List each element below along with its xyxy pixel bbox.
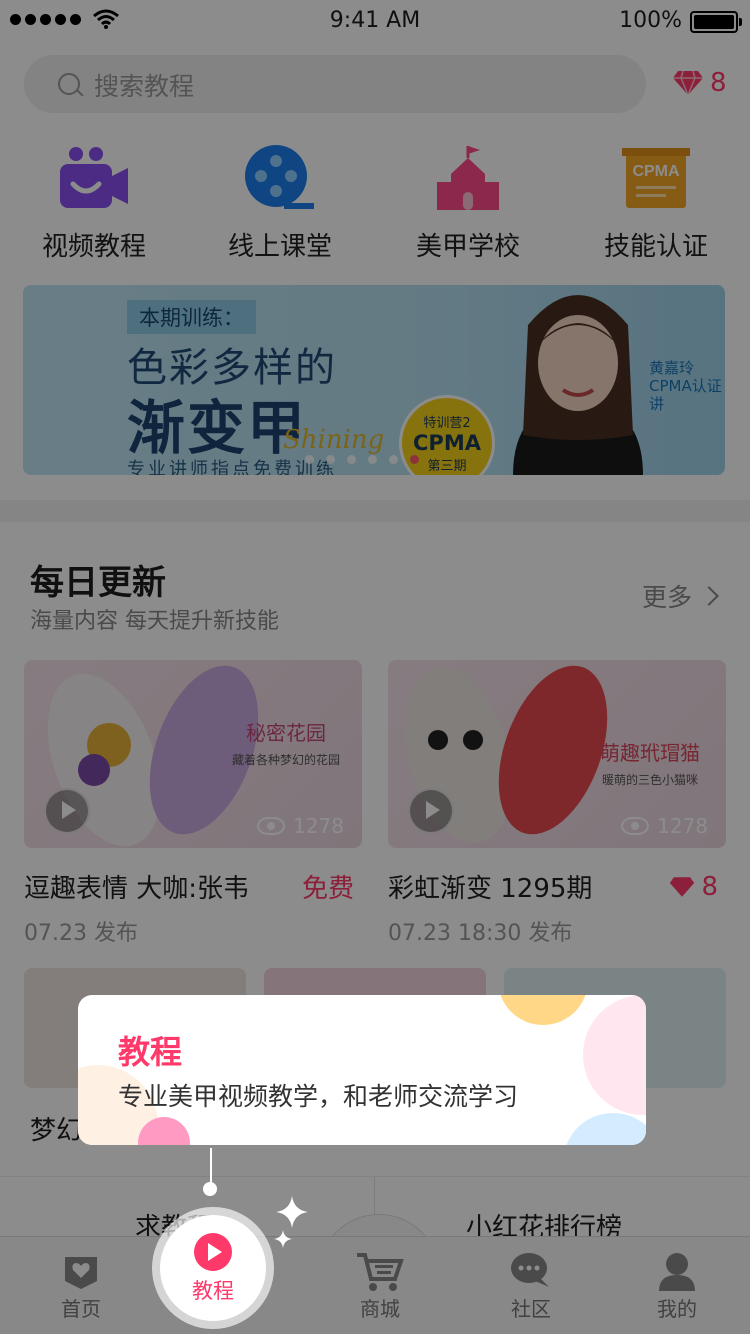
tooltip-title: 教程 — [118, 1033, 183, 1071]
tooltip-connector-dot — [203, 1182, 217, 1196]
decor-bubble — [498, 995, 588, 1025]
sparkle-icon — [276, 1196, 308, 1228]
decor-bubble — [583, 995, 646, 1115]
decor-bubble — [563, 1113, 646, 1145]
tooltip-connector — [210, 1148, 212, 1184]
guide-tooltip: 教程 专业美甲视频教学，和老师交流学习 — [78, 995, 646, 1145]
sparkle-icon — [274, 1230, 292, 1248]
highlighted-tab-tutorial[interactable]: 教程 — [160, 1215, 266, 1321]
play-circle-icon — [194, 1233, 232, 1271]
highlighted-tab-label: 教程 — [192, 1279, 234, 1303]
tooltip-text: 专业美甲视频教学，和老师交流学习 — [118, 1082, 519, 1111]
